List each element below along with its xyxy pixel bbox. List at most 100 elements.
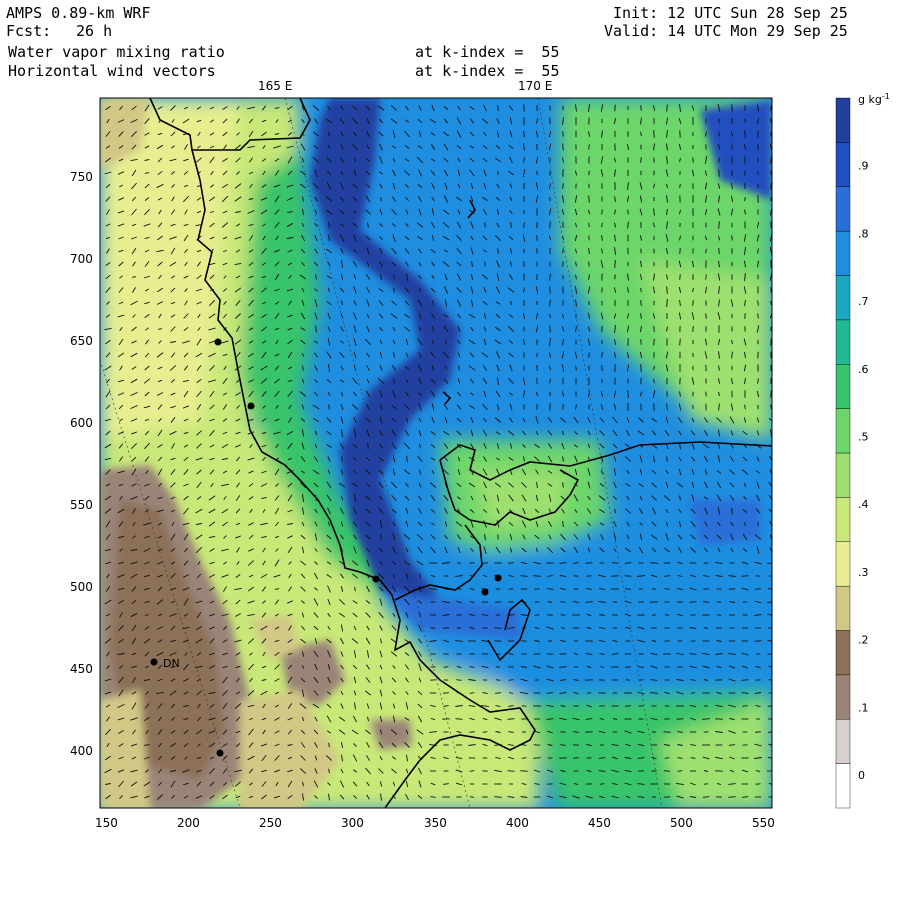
wind-vector [585, 601, 593, 603]
wind-vector [640, 300, 642, 306]
wind-vector [640, 364, 642, 372]
wind-vector [718, 157, 720, 163]
wind-vector [614, 259, 616, 269]
wind-vector [534, 614, 540, 616]
wind-vector [497, 534, 499, 540]
wind-vector [573, 757, 579, 759]
colorbar-swatch [835, 497, 851, 542]
wind-vector [614, 104, 616, 112]
colorbar-swatch [835, 763, 851, 809]
wind-vector [495, 679, 501, 681]
wind-vector [588, 195, 590, 203]
wind-vector [549, 105, 551, 111]
wind-vector [601, 287, 603, 293]
wind-vector [549, 170, 551, 176]
y-tick: 700 [70, 252, 93, 266]
colorbar: .9 .8 .7 .6 .5 .4 .3 .2 .1 0 [835, 97, 869, 809]
wind-vector [469, 666, 475, 668]
x-tick: 250 [259, 816, 282, 830]
wind-vector [588, 261, 590, 267]
wind-vector [754, 640, 762, 642]
wind-vector [588, 247, 590, 255]
colorbar-swatch [835, 275, 851, 321]
wind-vector [456, 562, 462, 564]
colorbar-label: .6 [858, 363, 869, 376]
wind-vector [666, 104, 668, 112]
station-marker [150, 658, 158, 666]
wind-vector [770, 182, 772, 190]
wind-vector [650, 562, 658, 564]
colorbar-label: 0 [858, 769, 865, 782]
wind-vector [770, 390, 772, 398]
wind-vector [653, 130, 655, 138]
wind-vector [560, 744, 566, 746]
wind-vector [546, 692, 554, 694]
wind-vector [508, 679, 514, 681]
colorbar-swatch [835, 186, 851, 232]
wind-vector [534, 588, 540, 590]
colorbar-label: .1 [858, 701, 869, 714]
colorbar-swatch [835, 319, 851, 365]
wind-vector [755, 588, 761, 590]
wind-vector [484, 261, 486, 267]
wind-vector [588, 352, 590, 358]
moisture-field [100, 98, 772, 808]
wind-vector [744, 170, 746, 176]
colorbar-swatch [835, 230, 851, 276]
wind-vector [663, 731, 671, 733]
wind-vector [770, 338, 772, 346]
y-tick: 500 [70, 580, 93, 594]
wind-vector [705, 274, 707, 280]
wind-vector [497, 170, 499, 176]
wind-vector [663, 575, 671, 577]
wind-vector [562, 274, 564, 280]
wind-vector [469, 692, 475, 694]
wind-vector [741, 575, 749, 577]
colorbar-swatch [835, 142, 851, 187]
wind-vector [614, 274, 616, 280]
wind-vector [653, 338, 655, 346]
wind-vector [494, 796, 502, 798]
colorbar-swatch [835, 585, 851, 631]
y-tick: 750 [70, 170, 93, 184]
wind-vector [611, 562, 619, 564]
wind-vector [456, 627, 462, 629]
wind-vector [718, 221, 720, 229]
wind-vector [640, 339, 642, 345]
colorbar-swatch [835, 719, 851, 764]
wind-vector [663, 770, 671, 772]
wind-vector [536, 364, 538, 372]
y-tick: 400 [70, 744, 93, 758]
wind-vector [741, 679, 749, 681]
wind-vector [640, 287, 642, 293]
wind-vector [601, 378, 603, 384]
colorbar-label: .9 [858, 160, 869, 173]
wind-vector [549, 286, 551, 294]
wind-vector [599, 783, 605, 785]
station-marker [247, 402, 255, 410]
wind-vector [755, 731, 761, 733]
wind-vector [692, 300, 694, 306]
wind-vector [562, 143, 564, 151]
wind-vector [443, 783, 449, 785]
x-tick: 400 [506, 816, 529, 830]
wind-vector [442, 627, 450, 629]
station-marker [481, 588, 489, 596]
y-tick: 550 [70, 498, 93, 512]
wind-vector [432, 339, 434, 345]
wind-vector [653, 325, 655, 333]
wind-vector [380, 534, 382, 540]
colorbar-label: .8 [858, 227, 869, 240]
wind-vector [757, 170, 759, 176]
colorbar-label: .2 [858, 634, 869, 647]
wind-vector [523, 195, 525, 203]
wind-vector [523, 300, 525, 306]
wind-vector [767, 705, 772, 707]
wind-vector [666, 286, 668, 294]
wind-vector [702, 718, 710, 720]
wind-vector [679, 183, 681, 189]
station-marker [372, 575, 380, 583]
y-tick: 600 [70, 416, 93, 430]
wind-vector [677, 757, 683, 759]
wind-vector [703, 562, 709, 564]
